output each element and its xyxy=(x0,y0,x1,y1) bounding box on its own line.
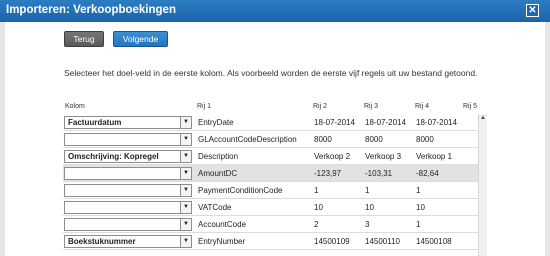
cell-rij-1: GLAccountCodeDescription xyxy=(198,135,297,144)
cell-rij-2: 1 xyxy=(314,186,319,195)
header-rij-3: Rij 3 xyxy=(364,103,379,110)
cell-rij-2: 8000 xyxy=(314,135,332,144)
field-select[interactable]: ▼ xyxy=(64,167,192,180)
cell-rij-3: 14500110 xyxy=(365,237,400,246)
cell-rij-4: 1 xyxy=(416,186,421,195)
dialog-frame-right xyxy=(545,22,550,256)
chevron-down-icon[interactable]: ▼ xyxy=(180,134,191,145)
field-select-value: Omschrijving: Kopregel xyxy=(68,152,159,161)
field-select[interactable]: ▼ xyxy=(64,133,192,146)
chevron-down-icon[interactable]: ▼ xyxy=(180,185,191,196)
cell-rij-2: 10 xyxy=(314,203,323,212)
field-select[interactable]: Factuurdatum ▼ xyxy=(64,116,192,129)
cell-rij-1: VATCode xyxy=(198,203,232,212)
chevron-down-icon[interactable]: ▼ xyxy=(180,236,191,247)
table-row: ▼ AccountCode 2 3 1 xyxy=(63,216,487,233)
cell-rij-4: 10 xyxy=(416,203,425,212)
back-button[interactable]: Terug xyxy=(64,31,104,47)
table-row: Factuurdatum ▼ EntryDate 18-07-2014 18-0… xyxy=(63,114,487,131)
table-row: ▼ VATCode 10 10 10 xyxy=(63,199,487,216)
cell-rij-2: Verkoop 2 xyxy=(314,152,351,161)
cell-rij-1: EntryDate xyxy=(198,118,234,127)
cell-rij-2: -123,97 xyxy=(314,169,342,178)
cell-rij-4: 18-07-2014 xyxy=(416,118,457,127)
chevron-down-icon[interactable]: ▼ xyxy=(180,117,191,128)
cell-rij-1: PaymentConditionCode xyxy=(198,186,283,195)
table-row: ▼ GLAccountCodeDescription 8000 8000 800… xyxy=(63,131,487,148)
header-rij-5: Rij 5 xyxy=(463,103,478,110)
chevron-down-icon[interactable]: ▼ xyxy=(180,219,191,230)
cell-rij-2: 14500109 xyxy=(314,237,350,246)
cell-rij-3: Verkoop 3 xyxy=(365,152,402,161)
instructions-text: Selecteer het doel-veld in de eerste kol… xyxy=(64,68,478,78)
header-rij-1: Rij 1 xyxy=(197,103,212,110)
close-icon[interactable]: ✕ xyxy=(526,4,539,17)
field-select[interactable]: Omschrijving: Kopregel ▼ xyxy=(64,150,192,163)
next-button[interactable]: Volgende xyxy=(113,31,168,47)
table-scrollbar[interactable]: ▲ xyxy=(478,114,487,256)
header-rij-4: Rij 4 xyxy=(415,103,430,110)
header-kolom: Kolom xyxy=(65,103,85,110)
cell-rij-4: 8000 xyxy=(416,135,434,144)
table-row: Omschrijving: Kopregel ▼ Description Ver… xyxy=(63,148,487,165)
dialog-titlebar: Importeren: Verkoopboekingen ✕ xyxy=(0,0,550,22)
cell-rij-4: Verkoop 1 xyxy=(416,152,453,161)
field-select[interactable]: ▼ xyxy=(64,201,192,214)
chevron-down-icon[interactable]: ▼ xyxy=(180,202,191,213)
cell-rij-4: 14500108 xyxy=(416,237,452,246)
dialog-frame-left xyxy=(0,22,5,256)
table-row: ▼ AmountDC -123,97 -103,31 -82,64 xyxy=(63,165,487,182)
cell-rij-3: 10 xyxy=(365,203,374,212)
cell-rij-1: Description xyxy=(198,152,239,161)
cell-rij-3: 3 xyxy=(365,220,370,229)
scroll-up-icon[interactable]: ▲ xyxy=(479,114,487,123)
cell-rij-1: EntryNumber xyxy=(198,237,246,246)
header-rij-2: Rij 2 xyxy=(313,103,328,110)
table-row: ▼ PaymentConditionCode 1 1 1 xyxy=(63,182,487,199)
field-select[interactable]: Boekstuknummer ▼ xyxy=(64,235,192,248)
cell-rij-2: 18-07-2014 xyxy=(314,118,355,127)
cell-rij-3: 8000 xyxy=(365,135,383,144)
chevron-down-icon[interactable]: ▼ xyxy=(180,168,191,179)
cell-rij-3: 1 xyxy=(365,186,370,195)
cell-rij-1: AmountDC xyxy=(198,169,238,178)
mapping-table: Factuurdatum ▼ EntryDate 18-07-2014 18-0… xyxy=(63,114,487,256)
field-select-value: Factuurdatum xyxy=(68,118,122,127)
cell-rij-3: 18-07-2014 xyxy=(365,118,406,127)
table-row: Boekstuknummer ▼ EntryNumber 14500109 14… xyxy=(63,233,487,250)
chevron-down-icon[interactable]: ▼ xyxy=(180,151,191,162)
cell-rij-4: -82,64 xyxy=(416,169,439,178)
field-select-value: Boekstuknummer xyxy=(68,237,136,246)
field-select[interactable]: ▼ xyxy=(64,218,192,231)
cell-rij-4: 1 xyxy=(416,220,421,229)
cell-rij-1: AccountCode xyxy=(198,220,247,229)
cell-rij-2: 2 xyxy=(314,220,319,229)
field-select[interactable]: ▼ xyxy=(64,184,192,197)
cell-rij-3: -103,31 xyxy=(365,169,393,178)
dialog-title: Importeren: Verkoopboekingen xyxy=(6,4,176,16)
